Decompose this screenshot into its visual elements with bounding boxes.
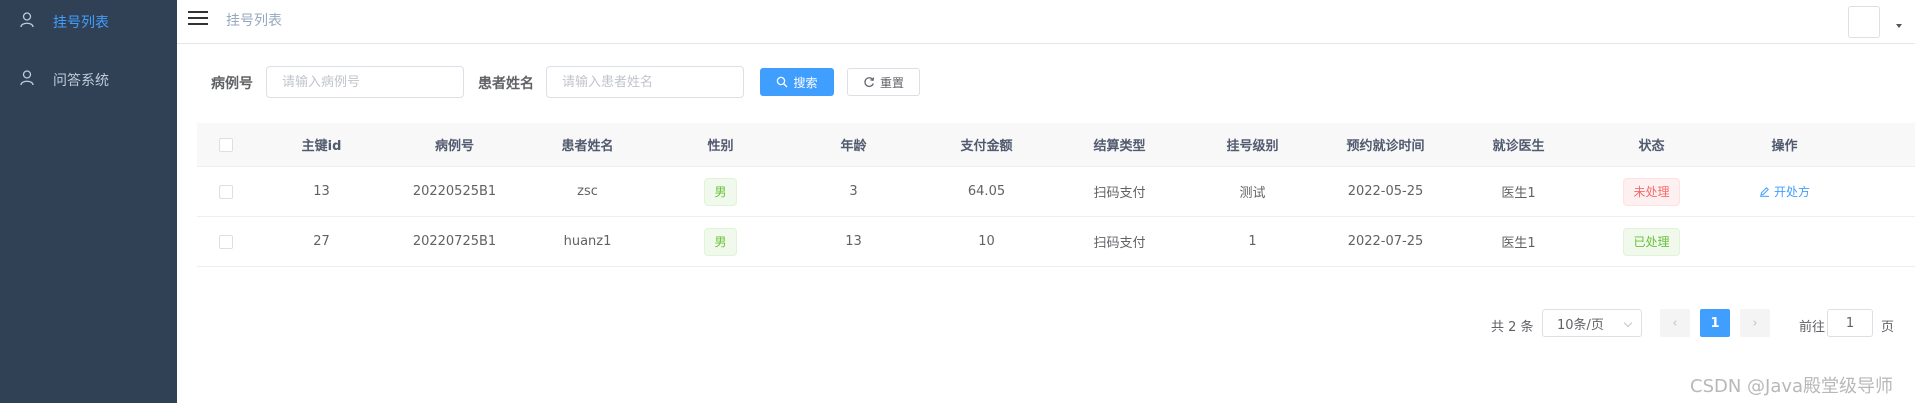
watermark: CSDN @Java殿堂级导师 [1690,376,1894,397]
header-status: 状态 [1638,139,1665,154]
search-button-label: 搜索 [793,75,818,90]
search-button[interactable]: 搜索 [760,68,834,96]
page-size-select[interactable]: 10条/页 [1542,309,1642,337]
breadcrumb: 挂号列表 [226,13,282,29]
cell-case-number: 20220525B1 [412,184,497,199]
table-header: 主键id 病例号 患者姓名 性别 年龄 支付金额 结算类型 挂号级别 预约就诊时… [197,123,1915,167]
case-number-label: 病例号 [211,76,253,92]
sidebar-item-registration-list[interactable]: 挂号列表 [0,0,177,44]
cell-gender: 男 [654,217,787,266]
row-select-cell [197,167,255,216]
header-level: 挂号级别 [1226,139,1279,154]
caret-down-icon[interactable] [1896,24,1902,28]
header-actions: 操作 [1771,139,1798,154]
hamburger-icon[interactable] [187,8,209,28]
header-settle-type: 结算类型 [1093,139,1146,154]
row-select-cell [197,217,255,266]
page-size-value: 10条/页 [1557,317,1604,333]
reset-button-label: 重置 [879,75,904,90]
cell-amount: 64.05 [967,184,1006,199]
cell-gender: 男 [654,167,787,216]
user-icon [20,70,34,86]
cell-settle-type: 扫码支付 [1093,186,1146,201]
gender-tag: 男 [704,177,737,206]
select-all-cell [197,123,255,166]
cell-actions [1718,217,1851,266]
cell-doctor: 医生1 [1501,186,1536,201]
prescribe-button-label: 开处方 [1773,185,1810,199]
cell-amount: 10 [978,234,995,249]
sidebar: 挂号列表 问答系统 [0,0,177,403]
page-number-1[interactable]: 1 [1700,309,1730,337]
next-page-button[interactable]: › [1740,309,1770,337]
row-checkbox[interactable] [219,184,233,199]
cell-status: 已处理 [1585,217,1718,266]
prev-page-button[interactable]: ‹ [1660,309,1690,337]
sidebar-item-label: 问答系统 [53,73,109,89]
select-all-checkbox[interactable] [219,137,233,152]
pagination-total: 共 2 条 [1491,320,1534,335]
cell-doctor: 医生1 [1501,236,1536,251]
header-appointment-time: 预约就诊时间 [1346,139,1425,154]
cell-level: 1 [1248,234,1257,249]
cell-case-number: 20220725B1 [412,234,497,249]
sidebar-item-qa-system[interactable]: 问答系统 [0,58,177,102]
avatar[interactable] [1848,6,1880,38]
header-id: 主键id [301,139,342,154]
cell-age: 13 [845,234,862,249]
status-badge: 未处理 [1623,177,1680,206]
cell-id: 13 [313,184,330,199]
header-case-number: 病例号 [434,139,474,154]
row-checkbox[interactable] [219,234,233,249]
page-unit-label: 页 [1881,320,1895,335]
header-patient-name: 患者姓名 [561,139,614,154]
cell-patient-name: huanz1 [563,234,612,249]
user-icon [20,12,34,28]
navbar: 挂号列表 [177,0,1915,44]
cell-appointment-time: 2022-07-25 [1347,234,1424,249]
cell-actions: 开处方 [1718,167,1851,216]
goto-label: 前往 [1799,320,1826,335]
edit-icon [1759,187,1769,197]
cell-appointment-time: 2022-05-25 [1347,184,1424,199]
header-age: 年龄 [840,139,867,154]
search-icon [777,76,788,88]
header-amount: 支付金额 [960,139,1013,154]
status-badge: 已处理 [1623,227,1680,256]
header-gender: 性别 [707,139,734,154]
table-row: 27 20220725B1 huanz1 男 13 10 扫码支付 1 2022… [197,217,1915,267]
chevron-down-icon [1623,318,1633,328]
goto-page-input[interactable] [1827,309,1873,337]
cell-age: 3 [849,184,858,199]
cell-level: 测试 [1239,186,1266,201]
case-number-input[interactable] [266,66,464,98]
patient-name-input[interactable] [546,66,744,98]
header-doctor: 就诊医生 [1492,139,1545,154]
chevron-left-icon: ‹ [1672,315,1678,331]
cell-settle-type: 扫码支付 [1093,236,1146,251]
sidebar-item-label: 挂号列表 [53,15,109,31]
reset-button[interactable]: 重置 [847,68,920,96]
cell-id: 27 [313,234,330,249]
cell-patient-name: zsc [577,184,598,199]
prescribe-button[interactable]: 开处方 [1759,183,1810,200]
cell-status: 未处理 [1585,167,1718,216]
patient-name-label: 患者姓名 [478,76,534,92]
chevron-right-icon: › [1752,315,1758,331]
refresh-icon [864,77,875,87]
table-row: 13 20220525B1 zsc 男 3 64.05 扫码支付 测试 2022… [197,167,1915,217]
gender-tag: 男 [704,227,737,256]
